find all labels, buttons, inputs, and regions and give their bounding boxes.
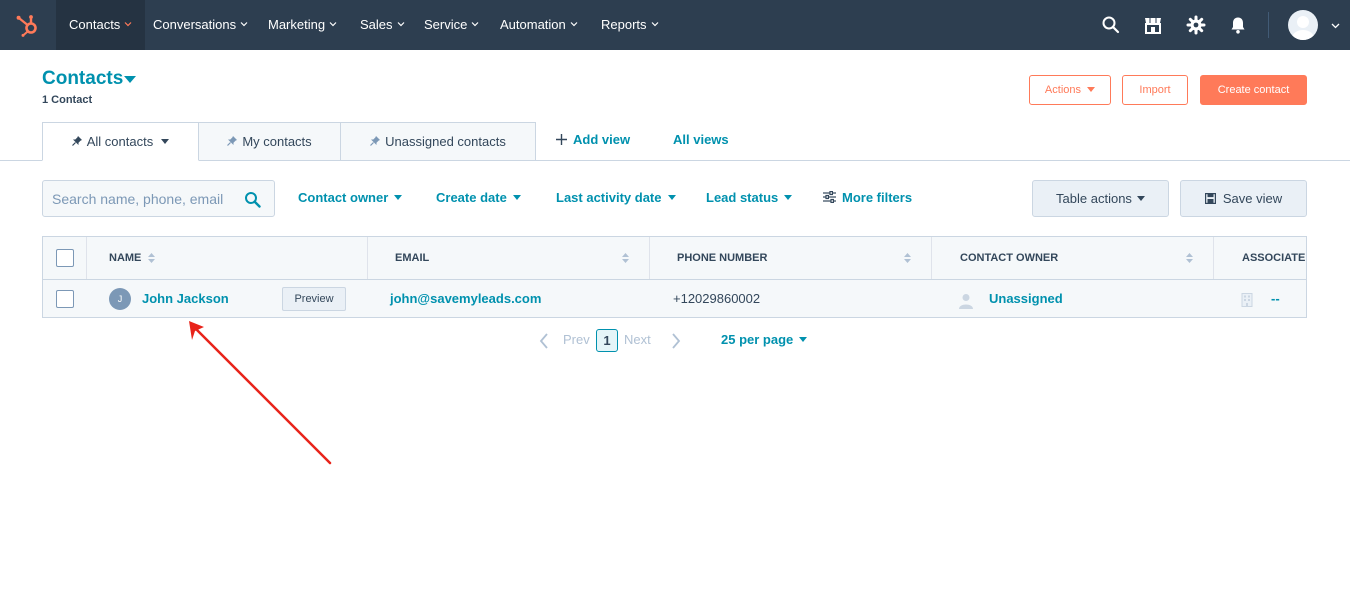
- save-view-button[interactable]: Save view: [1180, 180, 1307, 217]
- create-date-filter[interactable]: Create date: [436, 190, 521, 205]
- nav-marketing[interactable]: Marketing: [268, 0, 337, 50]
- company-building-icon: [1241, 293, 1253, 307]
- current-page-number[interactable]: 1: [596, 329, 618, 352]
- select-all-checkbox[interactable]: [56, 249, 74, 267]
- actions-dropdown-button[interactable]: Actions: [1029, 75, 1111, 105]
- sliders-icon: [823, 191, 836, 203]
- caret-down-icon: [161, 139, 170, 144]
- pin-icon: [71, 136, 82, 146]
- notifications-bell-icon[interactable]: [1228, 15, 1248, 35]
- table-actions-button[interactable]: Table actions: [1032, 180, 1169, 217]
- chevron-down-icon: [471, 22, 479, 27]
- search-icon[interactable]: [1101, 15, 1121, 35]
- sort-icon[interactable]: [148, 252, 155, 264]
- per-page-dropdown[interactable]: 25 per page: [721, 332, 808, 347]
- column-separator: [86, 237, 87, 279]
- chevron-down-icon: [570, 22, 578, 27]
- more-filters-button[interactable]: More filters: [823, 190, 912, 205]
- lead-status-filter[interactable]: Lead status: [706, 190, 793, 205]
- associated-company-value[interactable]: --: [1271, 291, 1280, 306]
- sort-icon[interactable]: [622, 252, 629, 264]
- settings-gear-icon[interactable]: [1186, 15, 1206, 35]
- import-button[interactable]: Import: [1122, 75, 1188, 105]
- tab-my-contacts[interactable]: My contacts: [198, 122, 341, 161]
- search-input[interactable]: [52, 189, 237, 209]
- table-header: NAME EMAIL PHONE NUMBER CONTACT OWNER AS…: [43, 237, 1306, 280]
- table-row[interactable]: J John Jackson Preview john@savemyleads.…: [43, 280, 1306, 317]
- column-header-phone-number[interactable]: PHONE NUMBER: [677, 237, 767, 279]
- contact-owner-link[interactable]: Unassigned: [989, 291, 1063, 306]
- sort-icon[interactable]: [1186, 252, 1193, 264]
- nav-reports[interactable]: Reports: [601, 0, 659, 50]
- chevron-down-icon: [124, 22, 132, 27]
- contact-avatar: J: [109, 288, 131, 310]
- column-header-contact-owner[interactable]: CONTACT OWNER: [960, 237, 1058, 279]
- hubspot-logo-icon[interactable]: [14, 12, 40, 38]
- last-activity-date-filter[interactable]: Last activity date: [556, 190, 676, 205]
- search-icon[interactable]: [244, 191, 261, 208]
- prev-page-button[interactable]: Prev: [563, 332, 590, 347]
- nav-service[interactable]: Service: [424, 0, 479, 50]
- save-disk-icon: [1204, 193, 1216, 204]
- column-separator: [1213, 237, 1214, 279]
- chevron-down-icon[interactable]: [1331, 21, 1340, 30]
- caret-down-icon[interactable]: [124, 76, 136, 84]
- all-views-link[interactable]: All views: [673, 132, 729, 147]
- sort-icon[interactable]: [904, 252, 911, 264]
- column-separator: [649, 237, 650, 279]
- user-silhouette-icon: [1292, 16, 1314, 40]
- chevron-down-icon: [651, 22, 658, 27]
- marketplace-icon[interactable]: [1143, 15, 1163, 35]
- caret-down-icon: [799, 337, 808, 342]
- column-header-name[interactable]: NAME: [109, 237, 141, 279]
- contact-email-link[interactable]: john@savemyleads.com: [390, 291, 541, 306]
- column-header-associated-company[interactable]: ASSOCIATED COMPANY: [1242, 237, 1306, 279]
- plus-icon: [556, 134, 567, 145]
- caret-down-icon: [667, 195, 676, 200]
- contact-phone: +12029860002: [673, 291, 761, 306]
- nav-sales[interactable]: Sales: [360, 0, 405, 50]
- caret-down-icon: [1087, 87, 1096, 92]
- column-separator: [367, 237, 368, 279]
- contacts-table: NAME EMAIL PHONE NUMBER CONTACT OWNER AS…: [42, 236, 1307, 318]
- pin-icon: [370, 136, 381, 146]
- search-box: [42, 180, 275, 217]
- caret-down-icon: [394, 195, 403, 200]
- preview-button[interactable]: Preview: [282, 287, 346, 311]
- top-navigation-bar: Contacts Conversations Marketing Sales S…: [0, 0, 1350, 50]
- chevron-down-icon: [240, 22, 248, 27]
- chevron-down-icon: [329, 22, 337, 27]
- pin-icon: [227, 136, 238, 146]
- contact-name-link[interactable]: John Jackson: [142, 291, 229, 306]
- create-contact-button[interactable]: Create contact: [1200, 75, 1307, 105]
- caret-down-icon: [784, 195, 793, 200]
- nav-divider: [1268, 12, 1269, 38]
- nav-contacts[interactable]: Contacts: [56, 0, 146, 50]
- tab-unassigned-contacts[interactable]: Unassigned contacts: [340, 122, 536, 161]
- user-avatar[interactable]: [1288, 10, 1318, 40]
- column-header-email[interactable]: EMAIL: [395, 237, 429, 279]
- chevron-down-icon: [397, 22, 404, 27]
- page-title[interactable]: Contacts: [42, 68, 123, 90]
- caret-down-icon: [512, 195, 521, 200]
- row-checkbox[interactable]: [56, 290, 74, 308]
- unassigned-user-icon: [959, 294, 973, 309]
- nav-automation[interactable]: Automation: [500, 0, 578, 50]
- add-view-link[interactable]: Add view: [556, 132, 630, 147]
- contact-owner-filter[interactable]: Contact owner: [298, 190, 403, 205]
- caret-down-icon: [1136, 196, 1145, 201]
- annotation-arrow-icon: [189, 321, 332, 465]
- tab-all-contacts[interactable]: All contacts: [42, 122, 199, 161]
- nav-conversations[interactable]: Conversations: [153, 0, 248, 50]
- chevron-left-icon[interactable]: [539, 333, 549, 349]
- chevron-right-icon[interactable]: [671, 333, 681, 349]
- record-count: 1 Contact: [42, 94, 93, 106]
- column-separator: [931, 237, 932, 279]
- next-page-button[interactable]: Next: [624, 332, 651, 347]
